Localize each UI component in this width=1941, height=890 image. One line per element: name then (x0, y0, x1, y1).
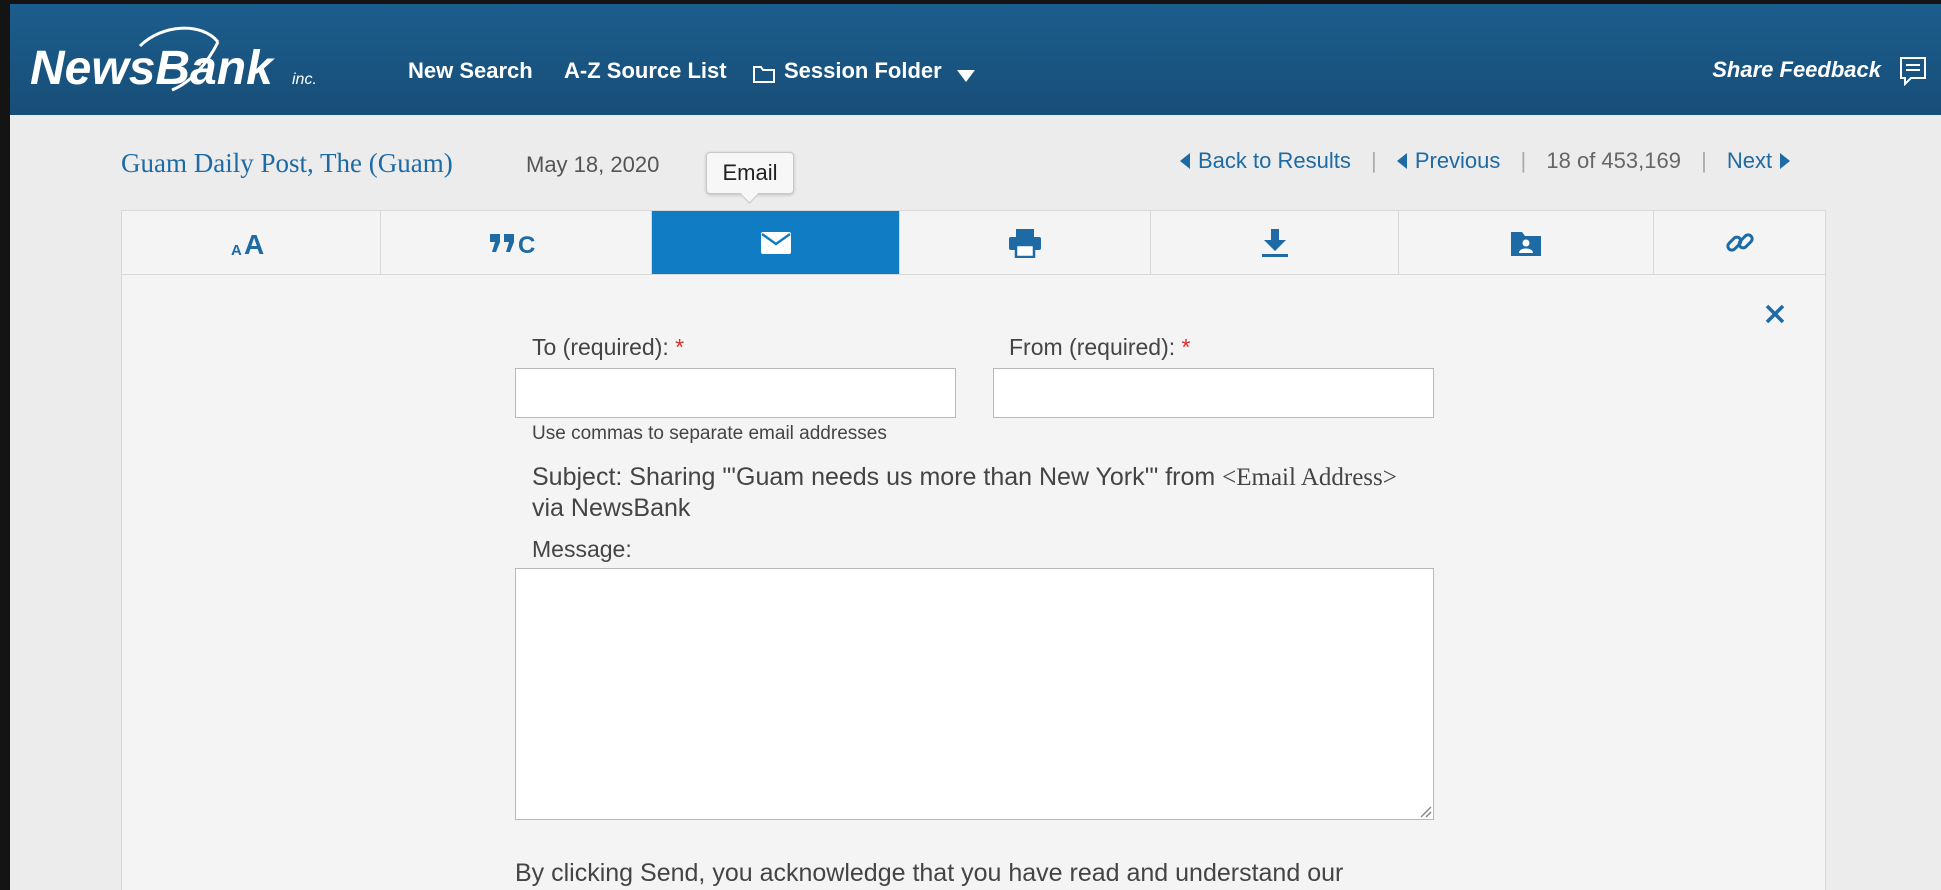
svg-text:A: A (244, 229, 264, 258)
new-search-link[interactable]: New Search (408, 58, 533, 84)
folder-user-icon (1511, 231, 1541, 256)
next-label: Next (1726, 148, 1773, 173)
close-icon[interactable] (1764, 303, 1786, 325)
subject-suffix: via NewsBank (532, 494, 691, 522)
link-button[interactable] (1654, 211, 1825, 274)
email-subject: Subject: Sharing "'Guam needs us more th… (532, 462, 1402, 524)
caret-right-icon (1780, 153, 1791, 169)
back-to-results-label: Back to Results (1198, 148, 1351, 173)
from-label-text: From (required): (1009, 334, 1176, 360)
top-header: NewsBank inc. New Search A-Z Source List… (10, 4, 1941, 115)
caret-left-icon (1180, 153, 1190, 169)
download-icon (1261, 228, 1288, 257)
from-label: From (required): * (1009, 334, 1191, 361)
back-to-results-link[interactable]: Back to Results (1180, 148, 1351, 173)
required-mark: * (1181, 334, 1191, 360)
next-link[interactable]: Next (1726, 148, 1791, 173)
link-icon (1725, 232, 1754, 252)
resize-grip-icon[interactable] (1418, 804, 1432, 818)
save-to-folder-button[interactable] (1399, 211, 1654, 274)
printer-icon (1009, 228, 1041, 258)
message-label: Message: (532, 536, 632, 562)
email-button[interactable] (652, 211, 900, 274)
pager-separator: | (1520, 148, 1527, 173)
print-button[interactable] (900, 211, 1151, 274)
cite-icon: C (490, 232, 535, 258)
previous-label: Previous (1414, 148, 1501, 173)
chevron-down-icon[interactable] (956, 69, 976, 83)
subject-email-placeholder: <Email Address> (1222, 464, 1397, 491)
pager-separator: | (1370, 148, 1377, 173)
download-button[interactable] (1151, 211, 1399, 274)
share-feedback-link[interactable]: Share Feedback (1712, 57, 1881, 83)
previous-link[interactable]: Previous (1396, 148, 1501, 173)
document-toolbar: A A C (121, 210, 1826, 275)
to-label: To (required): * (532, 334, 684, 361)
to-label-text: To (required): (532, 334, 669, 360)
envelope-icon (760, 231, 791, 254)
document-date: May 18, 2020 (526, 152, 660, 177)
send-disclaimer: By clicking Send, you acknowledge that y… (515, 859, 1344, 887)
font-size-icon: A A (231, 229, 264, 258)
font-size-button[interactable]: A A (122, 211, 381, 274)
caret-left-icon (1396, 153, 1407, 169)
from-email-input[interactable] (993, 368, 1434, 418)
pager: Back to Results | Previous | 18 of 453,1… (1180, 148, 1791, 174)
required-mark: * (675, 334, 685, 360)
svg-text:A: A (231, 242, 242, 258)
cite-button[interactable]: C (381, 211, 652, 274)
result-position: 18 of 453,169 (1546, 148, 1681, 173)
email-helper-text: Use commas to separate email addresses (532, 423, 887, 444)
folder-icon (753, 66, 775, 83)
logo-suffix: inc. (292, 71, 317, 88)
logo-text: NewsBank (30, 42, 275, 95)
email-tooltip: Email (706, 152, 794, 194)
source-title[interactable]: Guam Daily Post, The (Guam) (121, 148, 453, 179)
az-source-list-link[interactable]: A-Z Source List (564, 58, 727, 84)
page: NewsBank inc. New Search A-Z Source List… (10, 4, 1941, 890)
session-folder-link[interactable]: Session Folder (784, 58, 942, 84)
pager-separator: | (1701, 148, 1707, 173)
feedback-icon[interactable] (1899, 56, 1927, 86)
newsbank-logo[interactable]: NewsBank inc. (22, 22, 362, 102)
svg-text:C: C (518, 232, 535, 258)
to-email-input[interactable] (515, 368, 956, 418)
message-textarea[interactable] (515, 568, 1434, 820)
subject-prefix: Subject: Sharing "'Guam needs us more th… (532, 463, 1223, 491)
